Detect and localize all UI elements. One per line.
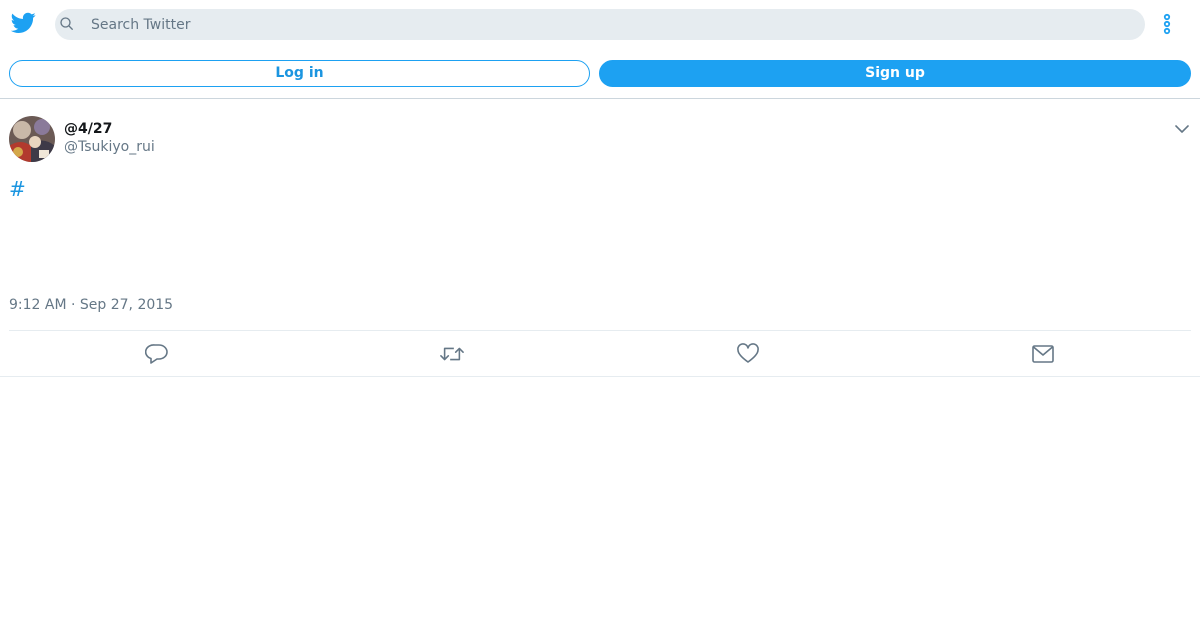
avatar-image — [9, 116, 55, 162]
chevron-down-icon[interactable] — [1174, 123, 1190, 135]
tweet-actions — [9, 330, 1191, 377]
tweet-text[interactable]: # — [9, 177, 26, 201]
twitter-bird-icon[interactable] — [11, 12, 36, 34]
search-icon — [60, 17, 73, 30]
avatar[interactable] — [9, 116, 55, 162]
login-button[interactable]: Log in — [9, 60, 590, 87]
auth-bar: Log in Sign up — [0, 48, 1200, 99]
display-name[interactable]: @4/27 — [64, 121, 112, 137]
search-input[interactable] — [91, 9, 1131, 40]
envelope-icon[interactable] — [1031, 343, 1055, 365]
retweet-icon[interactable] — [440, 343, 464, 365]
top-bar — [0, 0, 1200, 48]
tweet-timestamp[interactable]: 9:12 AM · Sep 27, 2015 — [9, 297, 173, 313]
user-handle[interactable]: @Tsukiyo_rui — [64, 139, 155, 155]
heart-icon[interactable] — [736, 343, 760, 365]
divider — [0, 376, 1200, 377]
signup-button[interactable]: Sign up — [599, 60, 1191, 87]
reply-icon[interactable] — [145, 343, 169, 365]
vertical-ellipsis-icon[interactable] — [1159, 12, 1175, 36]
search-box — [55, 9, 1145, 40]
